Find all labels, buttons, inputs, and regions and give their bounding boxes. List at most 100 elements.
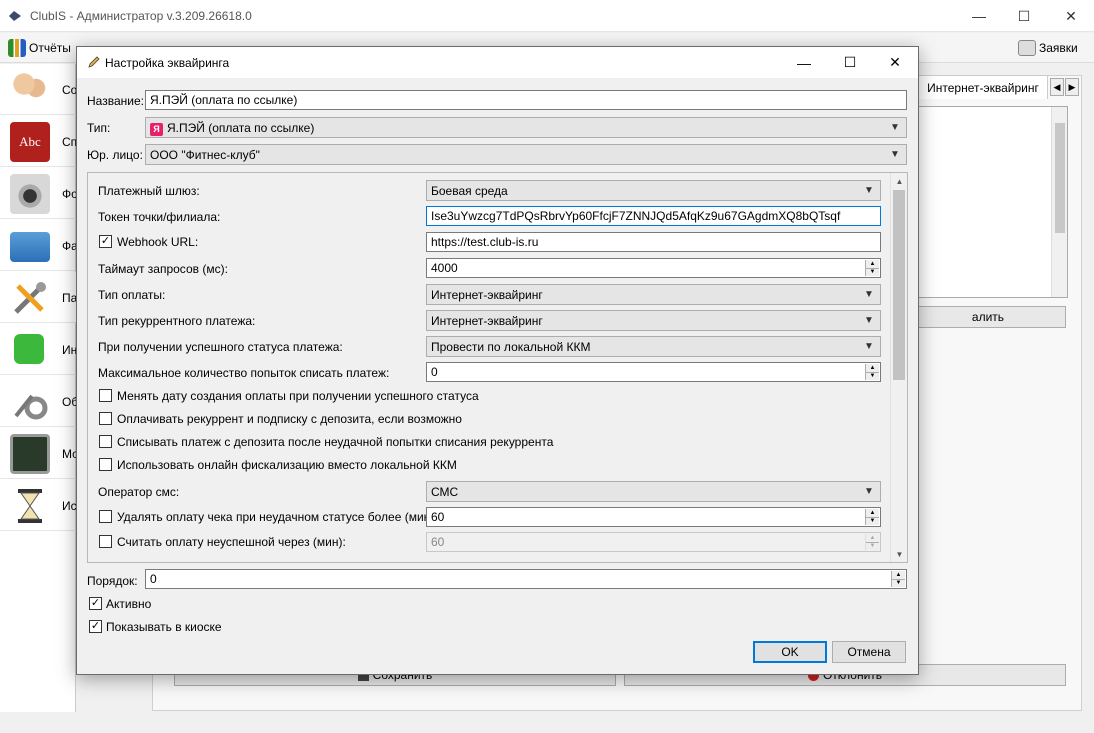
close-button[interactable]: ✕ — [1048, 0, 1094, 32]
online-fiscal-label: Использовать онлайн фискализацию вместо … — [117, 458, 457, 472]
charge-deposit-label: Списывать платеж с депозита после неудач… — [117, 435, 554, 449]
sidebar-item-8[interactable]: Ис — [0, 480, 77, 531]
kiosk-checkbox[interactable]: ✓ — [89, 620, 102, 633]
monitor-icon — [10, 434, 50, 474]
pay-deposit-label: Оплачивать рекуррент и подписку с депози… — [117, 412, 462, 426]
type-select[interactable]: Я Я.ПЭЙ (оплата по ссылке) ▼ — [145, 117, 907, 138]
legal-entity-label: Юр. лицо: — [87, 148, 143, 162]
ok-button[interactable]: OK — [753, 641, 827, 663]
cancel-button[interactable]: Отмена — [832, 641, 906, 663]
yandex-pay-icon: Я — [150, 123, 163, 136]
sidebar-item-5[interactable]: Ин — [0, 324, 78, 375]
pay-type-select[interactable]: Интернет-эквайринг ▼ — [426, 284, 881, 305]
tab-scroll-left-icon[interactable]: ◀ — [1050, 78, 1064, 96]
timeout-stepper[interactable]: 4000 ▲ ▼ — [426, 258, 881, 278]
requests-button[interactable]: Заявки — [1018, 37, 1078, 59]
sidebar-item-1[interactable]: Abc Сп — [0, 116, 78, 167]
pencil-icon — [88, 56, 100, 68]
spin-buttons[interactable]: ▲ ▼ — [865, 260, 879, 276]
name-field[interactable]: Я.ПЭЙ (оплата по ссылке) — [145, 90, 907, 110]
sidebar-item-6[interactable]: Об — [0, 376, 78, 427]
maximize-button[interactable]: ☐ — [1001, 0, 1047, 32]
spin-buttons[interactable]: ▲ ▼ — [865, 509, 879, 525]
tools-icon — [14, 282, 46, 314]
sidebar-item-0[interactable]: Со — [0, 64, 77, 115]
sidebar-item-7[interactable]: Мо — [0, 428, 79, 479]
hourglass-icon — [18, 489, 42, 523]
chevron-down-icon: ▼ — [890, 121, 900, 133]
chart-icon — [8, 39, 26, 57]
minimize-button[interactable]: — — [956, 0, 1002, 32]
chevron-down-icon: ▼ — [864, 288, 874, 300]
recurrent-type-value: Интернет-эквайринг — [431, 314, 543, 328]
reports-button[interactable]: Отчёты — [8, 37, 71, 59]
gateway-select[interactable]: Боевая среда ▼ — [426, 180, 881, 201]
online-fiscal-checkbox[interactable] — [99, 458, 112, 471]
sidebar-item-4[interactable]: Па — [0, 272, 77, 323]
token-field[interactable]: Ise3uYwzcg7TdPQsRbrvYp60FfcjF7ZNNJQd5Afq… — [426, 206, 881, 226]
tab-scroll-right-icon[interactable]: ▶ — [1065, 78, 1079, 96]
dialog-maximize-button[interactable]: ☐ — [827, 47, 873, 78]
settings-panel[interactable]: Платежный шлюз: Боевая среда ▼ Токен точ… — [87, 172, 908, 563]
scroll-down-icon[interactable]: ▼ — [891, 546, 907, 562]
folder-icon — [10, 232, 50, 262]
order-value: 0 — [150, 572, 157, 586]
sidebar-item-label: Ин — [62, 343, 78, 357]
settings-scrollbar[interactable]: ▲ ▼ — [890, 173, 907, 562]
dialog-minimize-button[interactable]: — — [781, 47, 827, 78]
token-label: Токен точки/филиала: — [98, 210, 221, 224]
chevron-down-icon: ▼ — [864, 184, 874, 196]
sidebar-item-3[interactable]: Фа — [0, 220, 78, 271]
dialog-title: Настройка эквайринга — [105, 56, 230, 70]
window-title: ClubIS - Администратор v.3.209.26618.0 — [30, 9, 252, 23]
scroll-thumb[interactable] — [893, 190, 905, 380]
spin-buttons[interactable]: ▲ ▼ — [891, 571, 905, 587]
dialog-titlebar: Настройка эквайринга — ☐ ✕ — [77, 47, 918, 78]
webhook-url-field[interactable]: https://test.club-is.ru — [426, 232, 881, 252]
spin-buttons[interactable]: ▲ ▼ — [865, 364, 879, 380]
dialog-close-button[interactable]: ✕ — [872, 47, 918, 78]
on-success-value: Провести по локальной ККМ — [431, 340, 591, 354]
sms-operator-select[interactable]: СМС ▼ — [426, 481, 881, 502]
order-stepper[interactable]: 0 ▲ ▼ — [145, 569, 907, 589]
sidebar-item-label: Сп — [62, 135, 78, 149]
name-label: Название: — [87, 94, 144, 108]
change-date-checkbox[interactable] — [99, 389, 112, 402]
legal-entity-value: ООО "Фитнес-клуб" — [150, 148, 260, 162]
pay-deposit-checkbox[interactable] — [99, 412, 112, 425]
unsuccess-checkbox[interactable] — [99, 535, 112, 548]
order-label: Порядок: — [87, 574, 138, 588]
chevron-down-icon: ▼ — [864, 314, 874, 326]
legal-entity-select[interactable]: ООО "Фитнес-клуб" ▼ — [145, 144, 907, 165]
gears-icon — [14, 394, 48, 420]
delete-check-checkbox[interactable] — [99, 510, 112, 523]
type-value: Я.ПЭЙ (оплата по ссылке) — [167, 121, 315, 135]
on-success-select[interactable]: Провести по локальной ККМ ▼ — [426, 336, 881, 357]
recurrent-type-label: Тип рекуррентного платежа: — [98, 314, 256, 328]
acquiring-settings-dialog: Настройка эквайринга — ☐ ✕ Название: Я.П… — [76, 46, 919, 675]
delete-check-stepper[interactable]: 60 ▲ ▼ — [426, 507, 881, 527]
timeout-label: Таймаут запросов (мс): — [98, 262, 228, 276]
timeout-value: 4000 — [431, 261, 458, 275]
acquiring-list[interactable] — [918, 106, 1068, 298]
sidebar-item-2[interactable]: Фо — [0, 168, 78, 219]
max-attempts-stepper[interactable]: 0 ▲ ▼ — [426, 362, 881, 382]
webhook-label: Webhook URL: — [117, 235, 199, 249]
status-bar — [0, 712, 1094, 733]
puzzle-icon — [14, 334, 44, 364]
tab-internet-acquiring[interactable]: Интернет-эквайринг — [918, 75, 1048, 99]
unsuccess-value: 60 — [431, 535, 445, 549]
recurrent-type-select[interactable]: Интернет-эквайринг ▼ — [426, 310, 881, 331]
unsuccess-label: Считать оплату неуспешной через (мин): — [117, 535, 346, 549]
app-logo-icon — [9, 11, 21, 21]
webhook-checkbox[interactable]: ✓ — [99, 235, 112, 248]
charge-deposit-checkbox[interactable] — [99, 435, 112, 448]
delete-button[interactable]: алить — [910, 306, 1066, 328]
scroll-up-icon[interactable]: ▲ — [891, 173, 907, 189]
pay-type-value: Интернет-эквайринг — [431, 288, 543, 302]
sms-operator-label: Оператор смс: — [98, 485, 180, 499]
gateway-value: Боевая среда — [431, 184, 508, 198]
reports-label: Отчёты — [29, 41, 71, 55]
active-checkbox[interactable]: ✓ — [89, 597, 102, 610]
chevron-down-icon: ▼ — [864, 340, 874, 352]
